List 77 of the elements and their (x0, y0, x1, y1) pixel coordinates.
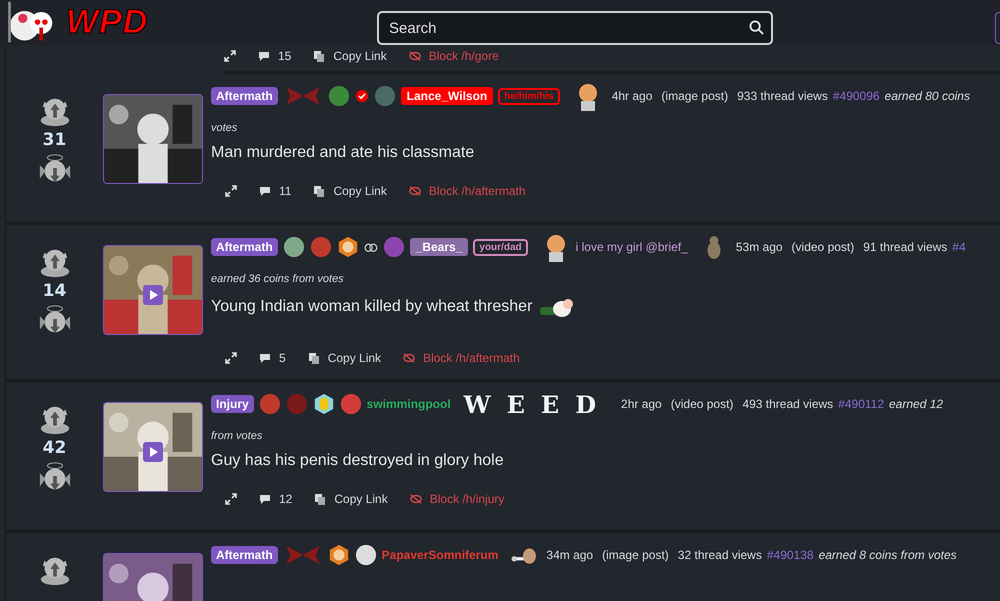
post-meta: (video post) (792, 240, 854, 254)
post-meta: 91 thread views (863, 240, 948, 254)
play-icon[interactable] (143, 285, 163, 305)
block-link[interactable]: Block /h/injury (410, 492, 504, 506)
comments-link[interactable]: 15 (258, 49, 292, 63)
play-icon[interactable] (143, 442, 163, 462)
copy-icon (308, 352, 320, 364)
coin-icon (312, 393, 335, 415)
comment-icon (258, 50, 270, 62)
site-logo[interactable]: WPD (66, 3, 148, 42)
coins-earned: earned 80 coins (884, 89, 970, 103)
hidden-eye-icon (410, 493, 422, 505)
hidden-eye-icon (408, 50, 421, 62)
search-icon[interactable] (749, 20, 764, 35)
comment-icon (259, 493, 271, 505)
post-title[interactable]: Young Indian woman killed by wheat thresher (211, 298, 532, 316)
post-meta: 933 thread views (737, 89, 828, 103)
copy-icon (314, 493, 326, 505)
post-meta: (image post) (661, 89, 728, 103)
username-link[interactable]: PapaverSomniferum (382, 548, 498, 562)
username-link[interactable]: swimmingpool (366, 397, 451, 411)
post-meta: 53m ago (736, 240, 783, 254)
post-meta: 32 thread views (678, 548, 762, 562)
post-id-link[interactable]: #4 (952, 240, 966, 254)
vote-count: 31 (42, 130, 66, 150)
post-meta: 493 thread views (742, 397, 834, 411)
coins-earned: from votes (211, 430, 264, 442)
coins-earned: votes (211, 122, 238, 134)
comments-link[interactable]: 12 (259, 492, 292, 506)
post-id-link[interactable]: #490096 (832, 89, 880, 103)
copy-link-button[interactable]: Copy Link (308, 351, 382, 365)
copy-link-button[interactable]: Copy Link (313, 184, 387, 198)
post-meta: (image post) (602, 548, 669, 562)
comment-icon (259, 352, 271, 364)
comments-link[interactable]: 5 (259, 351, 286, 365)
category-tag[interactable]: Aftermath (211, 87, 278, 105)
post-meta: 34m ago (546, 548, 594, 562)
post-id-link[interactable]: #490112 (838, 397, 884, 411)
user-status: i love my girl @brief_ (576, 240, 688, 254)
comment-icon (259, 185, 271, 197)
post-meta: 4hr ago (612, 89, 652, 103)
copy-link-button[interactable]: Copy Link (313, 49, 387, 63)
copy-icon (313, 50, 326, 62)
expand-icon[interactable] (224, 50, 236, 62)
block-link[interactable]: Block /h/aftermath (408, 184, 526, 198)
hexagon-icon (328, 544, 350, 566)
category-tag[interactable]: Aftermath (211, 238, 278, 256)
category-tag[interactable]: Aftermath (211, 546, 278, 564)
post-title[interactable]: Guy has his penis destroyed in glory hole (211, 452, 504, 470)
pronoun-tag: your/dad (473, 238, 528, 256)
hidden-eye-icon (408, 185, 421, 197)
pronoun-tag: he/him/his (498, 88, 560, 104)
vote-count: 42 (42, 438, 66, 458)
username-link[interactable]: Lance_Wilson (400, 87, 494, 105)
comments-link[interactable]: 11 (259, 184, 292, 198)
hexagon-icon (336, 236, 359, 258)
post-meta: (video post) (670, 397, 734, 411)
post-meta: 2hr ago (621, 397, 662, 411)
post-title[interactable]: Man murdered and ate his classmate (211, 144, 474, 162)
user-flair: WEED (464, 390, 612, 418)
expand-icon[interactable] (225, 493, 237, 505)
copy-link-button[interactable]: Copy Link (314, 492, 388, 506)
expand-icon[interactable] (225, 185, 237, 197)
coins-earned: earned 12 (889, 397, 944, 411)
block-link[interactable]: Block /h/aftermath (403, 351, 520, 365)
coins-earned: earned 8 coins from votes (818, 548, 957, 562)
post-id-link[interactable]: #490138 (766, 548, 814, 562)
username-link[interactable]: _Bears_ (410, 238, 468, 256)
block-link[interactable]: Block /h/gore (408, 49, 499, 63)
hidden-eye-icon (403, 352, 416, 364)
coins-earned: earned 36 coins from votes (211, 273, 345, 285)
verified-icon (354, 89, 369, 103)
copy-icon (313, 185, 326, 197)
vote-count: 14 (42, 281, 66, 301)
expand-icon[interactable] (225, 352, 237, 364)
search-field[interactable]: Search (377, 11, 773, 45)
category-tag[interactable]: Injury (211, 395, 254, 413)
